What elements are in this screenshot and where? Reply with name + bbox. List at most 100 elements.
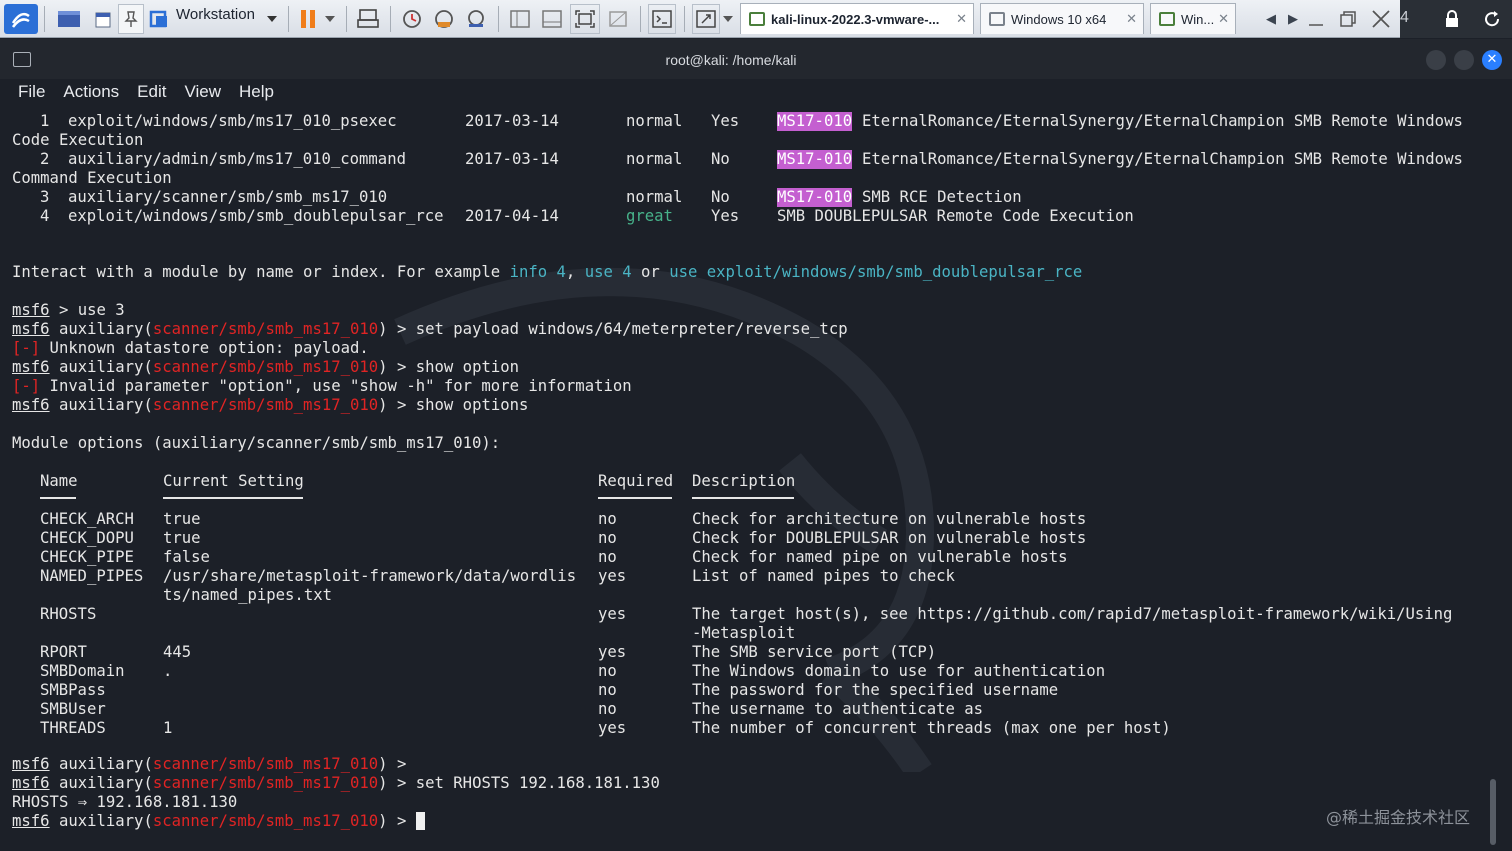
option-required: no xyxy=(598,548,617,566)
option-required: yes xyxy=(598,643,627,661)
close-button[interactable]: ✕ xyxy=(1482,50,1502,70)
prompt-line-current[interactable]: msf6 auxiliary(scanner/smb/smb_ms17_010)… xyxy=(12,812,425,831)
option-name: NAMED_PIPES xyxy=(40,567,144,585)
stretch-guest-icon[interactable] xyxy=(692,4,720,34)
snapshot-manager-icon[interactable] xyxy=(462,4,490,34)
menu-view[interactable]: View xyxy=(184,79,221,107)
option-description: The number of concurrent threads (max on… xyxy=(692,719,1171,737)
power-menu-chevron-icon[interactable] xyxy=(322,4,338,34)
close-icon[interactable]: ✕ xyxy=(1218,11,1229,27)
pause-icon[interactable] xyxy=(296,4,320,34)
menu-help[interactable]: Help xyxy=(239,79,274,107)
option-required: no xyxy=(598,662,617,680)
prompt-line-empty: msf6 auxiliary(scanner/smb/smb_ms17_010)… xyxy=(12,755,416,773)
refresh-icon[interactable] xyxy=(1482,9,1502,33)
workstation-logo-icon[interactable] xyxy=(148,4,170,34)
close-icon[interactable]: ✕ xyxy=(1126,11,1137,27)
option-description: The SMB service port (TCP) xyxy=(692,643,937,661)
revert-snapshot-icon[interactable] xyxy=(430,4,458,34)
terminal-cursor xyxy=(415,812,425,830)
result-cve-tag: MS17-010 xyxy=(777,112,853,131)
tab-kali-linux-label: kali-linux-2022.3-vmware-... xyxy=(771,11,940,27)
option-setting-wrap: ts/named_pipes.txt xyxy=(163,586,332,604)
full-screen-icon[interactable] xyxy=(570,4,600,34)
option-setting: true xyxy=(163,529,201,547)
result-module-name: exploit/windows/smb/smb_doublepulsar_rce xyxy=(68,207,444,225)
terminal-scrollbar[interactable] xyxy=(1490,779,1496,845)
home-icon[interactable] xyxy=(94,4,112,34)
option-name: THREADS xyxy=(40,719,106,737)
result-check: No xyxy=(711,188,730,206)
interact-hint: Interact with a module by name or index.… xyxy=(12,263,1083,281)
prompt-line-show-options: msf6 auxiliary(scanner/smb/smb_ms17_010)… xyxy=(12,396,529,414)
option-description: Check for architecture on vulnerable hos… xyxy=(692,510,1087,528)
result-date: 2017-03-14 xyxy=(465,150,559,168)
stretch-menu-chevron-icon[interactable] xyxy=(720,4,736,34)
menu-edit[interactable]: Edit xyxy=(137,79,166,107)
minimize-button[interactable] xyxy=(1426,50,1446,70)
close-window-icon[interactable] xyxy=(1368,4,1394,34)
result-module-name: auxiliary/scanner/smb/smb_ms17_010 xyxy=(68,188,388,206)
tab-windows-10-label: Windows 10 x64 xyxy=(1011,11,1107,27)
option-description-wrap: -Metasploit xyxy=(692,624,796,642)
terminal-output[interactable]: 1 exploit/windows/smb/ms17_010_psexec 2017… xyxy=(0,107,1512,851)
window-title: root@kali: /home/kali xyxy=(665,52,797,68)
minimize-icon[interactable] xyxy=(1304,4,1328,34)
result-rank: normal xyxy=(626,150,683,168)
option-required: yes xyxy=(598,605,627,623)
result-rank: great xyxy=(626,207,673,225)
col-required-header: Required xyxy=(598,472,674,490)
prompt-line-use: msf6 > use 3 xyxy=(12,301,125,319)
view-thumbnail-icon[interactable] xyxy=(538,4,566,34)
console-view-icon[interactable] xyxy=(648,4,676,34)
result-rank: normal xyxy=(626,112,683,130)
option-setting: 1 xyxy=(163,719,173,737)
tab-scroll-right-icon[interactable]: ▶ xyxy=(1284,4,1302,34)
pin-icon[interactable] xyxy=(118,4,144,34)
tab-kali-linux[interactable]: kali-linux-2022.3-vmware-... ✕ xyxy=(740,3,974,34)
lock-icon[interactable] xyxy=(1442,9,1462,33)
option-description: The Windows domain to use for authentica… xyxy=(692,662,1106,680)
result-description: SMB RCE Detection xyxy=(862,188,1022,206)
close-icon[interactable]: ✕ xyxy=(956,11,967,27)
result-check: No xyxy=(711,150,730,168)
send-ctrl-alt-del-icon[interactable] xyxy=(354,4,382,34)
option-setting: false xyxy=(163,548,210,566)
option-description: The username to authenticate as xyxy=(692,700,984,718)
tab-windows-10[interactable]: Windows 10 x64 ✕ xyxy=(980,3,1144,34)
tab-scroll-left-icon[interactable]: ◀ xyxy=(1262,4,1280,34)
restore-icon[interactable] xyxy=(1336,4,1360,34)
vm-stopped-icon xyxy=(989,12,1005,26)
vm-running-icon xyxy=(749,12,765,26)
maximize-button[interactable] xyxy=(1454,50,1474,70)
header-underline xyxy=(598,497,672,499)
workstation-menu-label[interactable]: Workstation xyxy=(176,6,255,23)
result-index: 1 xyxy=(40,112,50,130)
result-module-name: auxiliary/admin/smb/ms17_010_command xyxy=(68,150,406,168)
option-setting: /usr/share/metasploit-framework/data/wor… xyxy=(163,567,577,585)
library-icon[interactable] xyxy=(54,4,84,34)
module-options-heading: Module options (auxiliary/scanner/smb/sm… xyxy=(12,434,501,452)
menu-actions[interactable]: Actions xyxy=(63,79,119,107)
result-module-name: exploit/windows/smb/ms17_010_psexec xyxy=(68,112,397,130)
col-setting-header: Current Setting xyxy=(163,472,304,490)
unity-icon[interactable] xyxy=(604,4,632,34)
result-cve-tag: MS17-010 xyxy=(777,188,853,207)
prompt-line-set-rhosts: msf6 auxiliary(scanner/smb/smb_ms17_010)… xyxy=(12,774,660,792)
result-date: 2017-03-14 xyxy=(465,112,559,130)
chevron-down-icon[interactable] xyxy=(264,4,280,34)
menu-file[interactable]: File xyxy=(18,79,45,107)
option-setting: . xyxy=(163,662,173,680)
result-rank: normal xyxy=(626,188,683,206)
option-required: yes xyxy=(598,567,627,585)
option-name: SMBDomain xyxy=(40,662,125,680)
option-name: RPORT xyxy=(40,643,87,661)
vmware-logo-icon[interactable] xyxy=(4,4,38,34)
result-index: 3 xyxy=(40,188,50,206)
tab-win[interactable]: Win... ✕ xyxy=(1150,3,1236,34)
snapshot-icon[interactable] xyxy=(398,4,426,34)
view-sidebar-icon[interactable] xyxy=(506,4,534,34)
taskbar-edge-text: 4 xyxy=(1400,9,1409,26)
header-underline xyxy=(692,497,794,499)
error-line-option: [-] Invalid parameter "option", use "sho… xyxy=(12,377,632,395)
